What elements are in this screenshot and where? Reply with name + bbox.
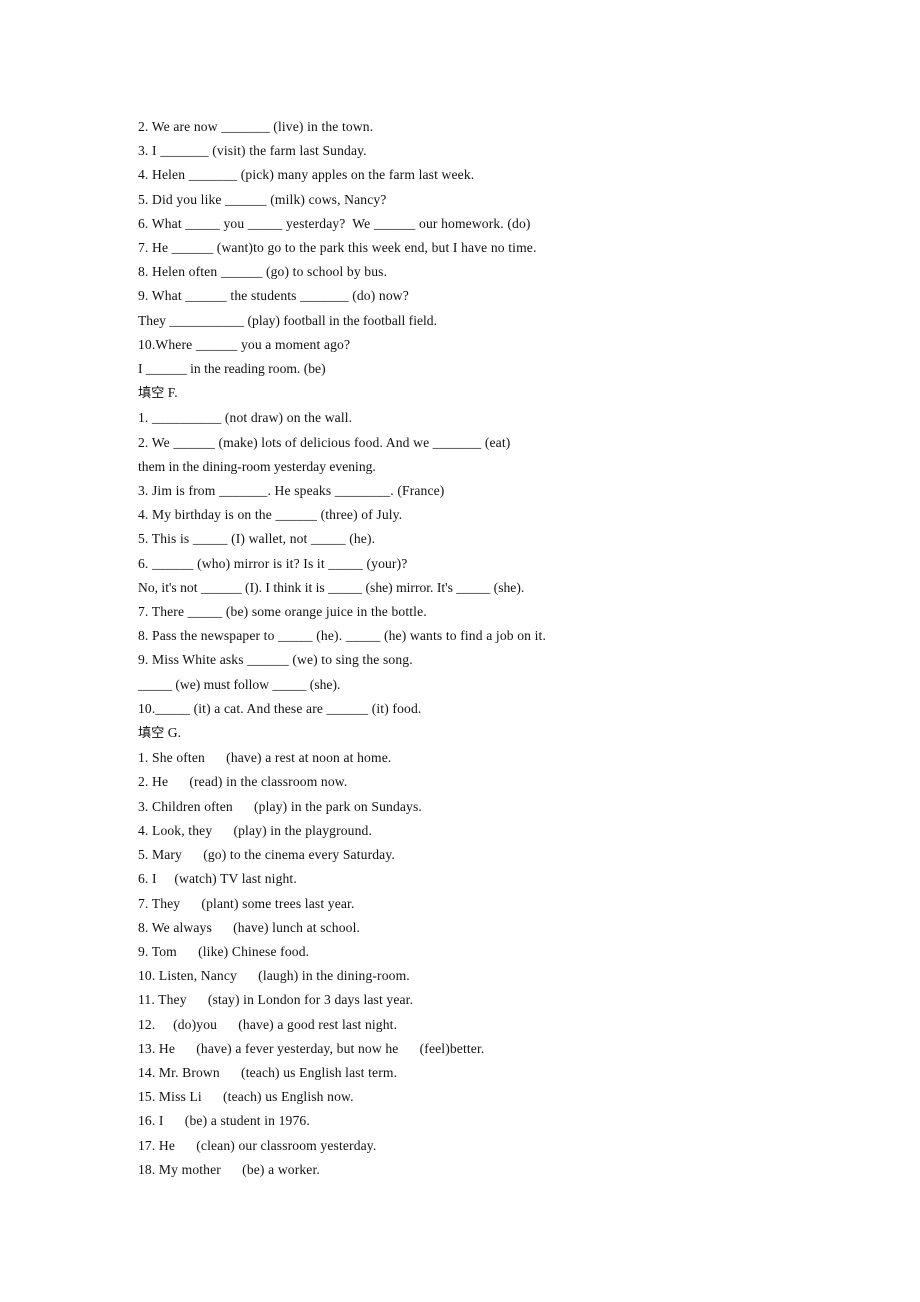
exercise-line: 5. Did you like ______ (milk) cows, Nanc…	[138, 191, 387, 207]
exercise-line: 3. Children often (play) in the park on …	[138, 798, 422, 814]
exercise-line: 1. __________ (not draw) on the wall.	[138, 410, 353, 426]
exercise-line: 4. My birthday is on the ______ (three) …	[138, 507, 403, 523]
exercise-line: 10. Listen, Nancy (laugh) in the dining-…	[138, 968, 410, 984]
exercise-line: 10.Where ______ you a moment ago?	[138, 336, 351, 352]
exercise-line-continuation: I ______ in the reading room. (be)	[138, 361, 326, 377]
exercise-line: 2. We ______ (make) lots of delicious fo…	[138, 434, 511, 450]
exercise-line: 17. He (clean) our classroom yesterday.	[138, 1137, 377, 1153]
exercise-line-continuation: No, it's not ______ (I). I think it is _…	[138, 579, 525, 595]
section-heading-section-f: 填空 F.	[138, 381, 878, 406]
exercise-line: 7. There _____ (be) some orange juice in…	[138, 604, 427, 620]
section-heading-section-g: 填空 G.	[138, 721, 878, 746]
exercise-line: 6. What _____ you _____ yesterday? We __…	[138, 215, 531, 231]
exercise-line: 11. They (stay) in London for 3 days las…	[138, 992, 414, 1008]
exercise-line: 3. Jim is from _______. He speaks ______…	[138, 483, 445, 499]
exercise-line: 3. I _______ (visit) the farm last Sunda…	[138, 143, 367, 159]
exercise-line: 9. Miss White asks ______ (we) to sing t…	[138, 652, 413, 668]
exercise-line: 15. Miss Li (teach) us English now.	[138, 1089, 354, 1105]
exercise-line: 18. My mother (be) a worker.	[138, 1161, 320, 1177]
section-heading-label: G.	[164, 725, 181, 741]
exercise-line: 8. Pass the newspaper to _____ (he). ___…	[138, 628, 546, 644]
exercise-line: 9. Tom (like) Chinese food.	[138, 943, 310, 959]
exercise-line: 1. She often (have) a rest at noon at ho…	[138, 750, 392, 766]
exercise-line: 4. Helen _______ (pick) many apples on t…	[138, 167, 475, 183]
exercise-line: 8. Helen often ______ (go) to school by …	[138, 264, 388, 280]
exercise-line: 10._____ (it) a cat. And these are _____…	[138, 700, 422, 716]
exercise-line: 2. He (read) in the classroom now.	[138, 774, 348, 790]
exercise-line-continuation: _____ (we) must follow _____ (she).	[138, 676, 341, 692]
exercise-line: 8. We always (have) lunch at school.	[138, 919, 361, 935]
exercise-line: 9. What ______ the students _______ (do)…	[138, 288, 409, 304]
exercise-line: 6. ______ (who) mirror is it? Is it ____…	[138, 555, 408, 571]
exercise-line: 4. Look, they (play) in the playground.	[138, 822, 373, 838]
exercise-line: 6. I (watch) TV last night.	[138, 871, 297, 887]
exercise-line: 16. I (be) a student in 1976.	[138, 1113, 310, 1129]
exercise-line: 12. (do)you (have) a good rest last nigh…	[138, 1016, 398, 1032]
exercise-line-continuation: them in the dining-room yesterday evenin…	[138, 458, 376, 474]
section-heading-cjk: 填空	[138, 726, 165, 742]
exercise-line: 13. He (have) a fever yesterday, but now…	[138, 1040, 485, 1056]
document-page: 2. We are now _______ (live) in the town…	[0, 0, 920, 1302]
exercise-line: 7. He ______ (want)to go to the park thi…	[138, 240, 537, 256]
worksheet-body: 2. We are now _______ (live) in the town…	[138, 115, 878, 1182]
exercise-line-continuation: They ___________ (play) football in the …	[138, 312, 437, 328]
exercise-line: 7. They (plant) some trees last year.	[138, 895, 355, 911]
section-heading-label: F.	[164, 385, 178, 401]
exercise-line: 5. Mary (go) to the cinema every Saturda…	[138, 847, 395, 863]
exercise-line: 2. We are now _______ (live) in the town…	[138, 119, 374, 134]
exercise-line: 5. This is _____ (I) wallet, not _____ (…	[138, 531, 376, 547]
exercise-line: 14. Mr. Brown (teach) us English last te…	[138, 1064, 398, 1080]
section-heading-cjk: 填空	[138, 386, 165, 402]
